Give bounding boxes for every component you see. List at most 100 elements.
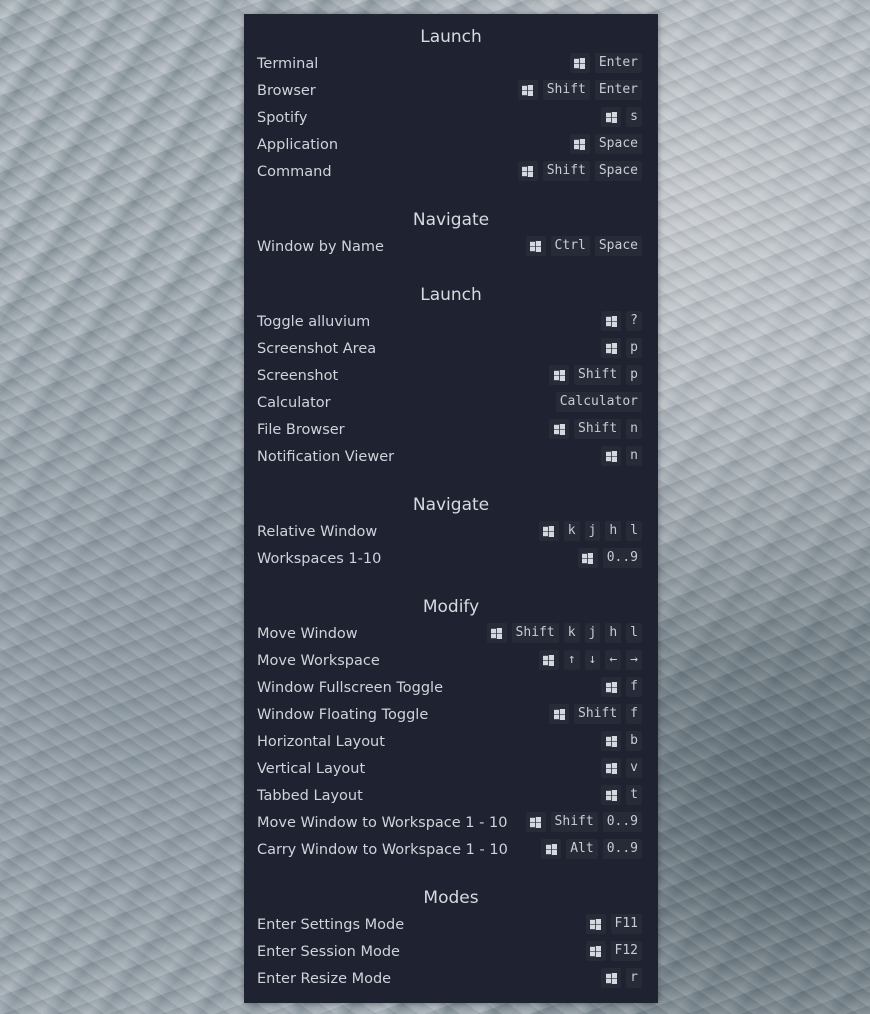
- keybinding-row: Calculator Calculator: [257, 390, 642, 417]
- keybinding-row: Carry Window to Workspace 1 - 10 Alt 0..9: [257, 837, 642, 864]
- windows-logo-icon: [601, 446, 622, 466]
- keybinding-row: Window Floating Toggle Shift f: [257, 702, 642, 729]
- keybinding-action-label: Toggle alluvium: [257, 314, 371, 330]
- keybinding-row: File Browser Shift n: [257, 417, 642, 444]
- windows-logo-icon: [569, 134, 590, 154]
- windows-logo-icon: [569, 53, 590, 73]
- key-combination: t: [601, 785, 642, 805]
- windows-logo-icon: [541, 839, 562, 859]
- key-cap: F11: [610, 914, 642, 934]
- key-cap: r: [626, 968, 642, 988]
- windows-logo-icon: [601, 338, 622, 358]
- key-cap: Space: [594, 134, 642, 154]
- windows-logo-icon: [549, 365, 570, 385]
- key-cap: n: [626, 446, 642, 466]
- section-title: Navigate: [412, 495, 490, 515]
- key-combination: p: [601, 338, 642, 358]
- keybinding-cheatsheet-panel: Launch Terminal Enter Browser Shift Enter Spot…: [244, 14, 658, 1003]
- keybinding-action-label: Screenshot Area: [257, 341, 377, 357]
- windows-logo-icon: [525, 812, 546, 832]
- keybinding-row: Screenshot Shift p: [257, 363, 642, 390]
- key-cap: Shift: [574, 419, 622, 439]
- keybinding-row: Window by Name Ctrl Space: [257, 234, 642, 261]
- key-combination: Shift n: [549, 419, 642, 439]
- key-combination: F12: [585, 941, 642, 961]
- key-cap: Shift: [542, 80, 590, 100]
- keybinding-row: Enter Settings Mode F11: [257, 912, 642, 939]
- key-combination: v: [601, 758, 642, 778]
- key-cap: Shift: [511, 623, 559, 643]
- key-cap: p: [626, 338, 642, 358]
- keybinding-action-label: Workspaces 1-10: [257, 551, 382, 567]
- keybinding-action-label: Enter Settings Mode: [257, 917, 405, 933]
- keybinding-row: Relative Window k j h l: [257, 519, 642, 546]
- key-combination: Shift f: [549, 704, 642, 724]
- windows-logo-icon: [577, 548, 598, 568]
- key-cap: Shift: [574, 365, 622, 385]
- windows-logo-icon: [525, 236, 546, 256]
- keybinding-action-label: Carry Window to Workspace 1 - 10: [257, 842, 508, 858]
- key-combination: 0..9: [577, 548, 642, 568]
- key-cap: b: [626, 731, 642, 751]
- key-cap: Shift: [550, 812, 598, 832]
- keybinding-action-label: Window by Name: [257, 239, 384, 255]
- key-combination: kjhl: [538, 521, 642, 541]
- keybinding-row: Browser Shift Enter: [257, 78, 642, 105]
- key-combination: Enter: [569, 53, 642, 73]
- section-title: Modify: [422, 597, 480, 617]
- keybinding-action-label: Move Window: [257, 626, 358, 642]
- key-cap: p: [626, 365, 642, 385]
- key-combination: Alt 0..9: [541, 839, 642, 859]
- keybinding-row: Tabbed Layout t: [257, 783, 642, 810]
- keybinding-row: Window Fullscreen Toggle f: [257, 675, 642, 702]
- key-cap: F12: [610, 941, 642, 961]
- key-cap: k: [563, 623, 580, 643]
- key-combination: Ctrl Space: [525, 236, 642, 256]
- windows-logo-icon: [601, 968, 622, 988]
- keybinding-row: Terminal Enter: [257, 51, 642, 78]
- key-cap: k: [563, 521, 580, 541]
- section-title: Modes: [423, 888, 479, 908]
- keybinding-row: Vertical Layout v: [257, 756, 642, 783]
- key-cap: l: [626, 521, 642, 541]
- windows-logo-icon: [601, 785, 622, 805]
- key-cap: ←: [605, 650, 622, 670]
- key-cap: h: [605, 521, 622, 541]
- keybinding-row: Enter Resize Mode r: [257, 966, 642, 993]
- key-cap: 0..9: [602, 548, 642, 568]
- keybinding-action-label: Horizontal Layout: [257, 734, 385, 750]
- keybinding-action-label: Enter Resize Mode: [257, 971, 392, 987]
- key-combination: Shift Space: [517, 161, 642, 181]
- key-cap: v: [626, 758, 642, 778]
- windows-logo-icon: [549, 704, 570, 724]
- keybinding-row: Toggle alluvium?: [257, 309, 642, 336]
- keybinding-action-label: Vertical Layout: [257, 761, 366, 777]
- keybinding-action-label: Move Workspace: [257, 653, 380, 669]
- keybinding-action-label: Calculator: [257, 395, 331, 411]
- key-cap: Enter: [594, 53, 642, 73]
- key-cap: h: [605, 623, 622, 643]
- key-combination: f: [601, 677, 642, 697]
- key-combination: r: [601, 968, 642, 988]
- key-cap: 0..9: [602, 812, 642, 832]
- windows-logo-icon: [585, 914, 606, 934]
- key-cap: f: [626, 704, 642, 724]
- keybinding-action-label: Window Floating Toggle: [257, 707, 429, 723]
- keybinding-action-label: Window Fullscreen Toggle: [257, 680, 444, 696]
- windows-logo-icon: [538, 521, 559, 541]
- key-cap: Shift: [542, 161, 590, 181]
- keybinding-action-label: Notification Viewer: [257, 449, 395, 465]
- key-combination: ↑ ↓ ← →: [538, 650, 642, 670]
- key-cap: ↑: [563, 650, 580, 670]
- keybinding-row: Move Window Shift k j h l: [257, 621, 642, 648]
- keybinding-row: Screenshot Area p: [257, 336, 642, 363]
- key-cap: f: [626, 677, 642, 697]
- key-cap: j: [584, 623, 601, 643]
- key-cap: l: [626, 623, 642, 643]
- key-cap: →: [626, 650, 642, 670]
- key-cap: Ctrl: [550, 236, 590, 256]
- keybinding-row: Move Workspace ↑ ↓ ← →: [257, 648, 642, 675]
- keybinding-action-label: Screenshot: [257, 368, 339, 384]
- key-cap: Space: [594, 161, 642, 181]
- key-cap: n: [626, 419, 642, 439]
